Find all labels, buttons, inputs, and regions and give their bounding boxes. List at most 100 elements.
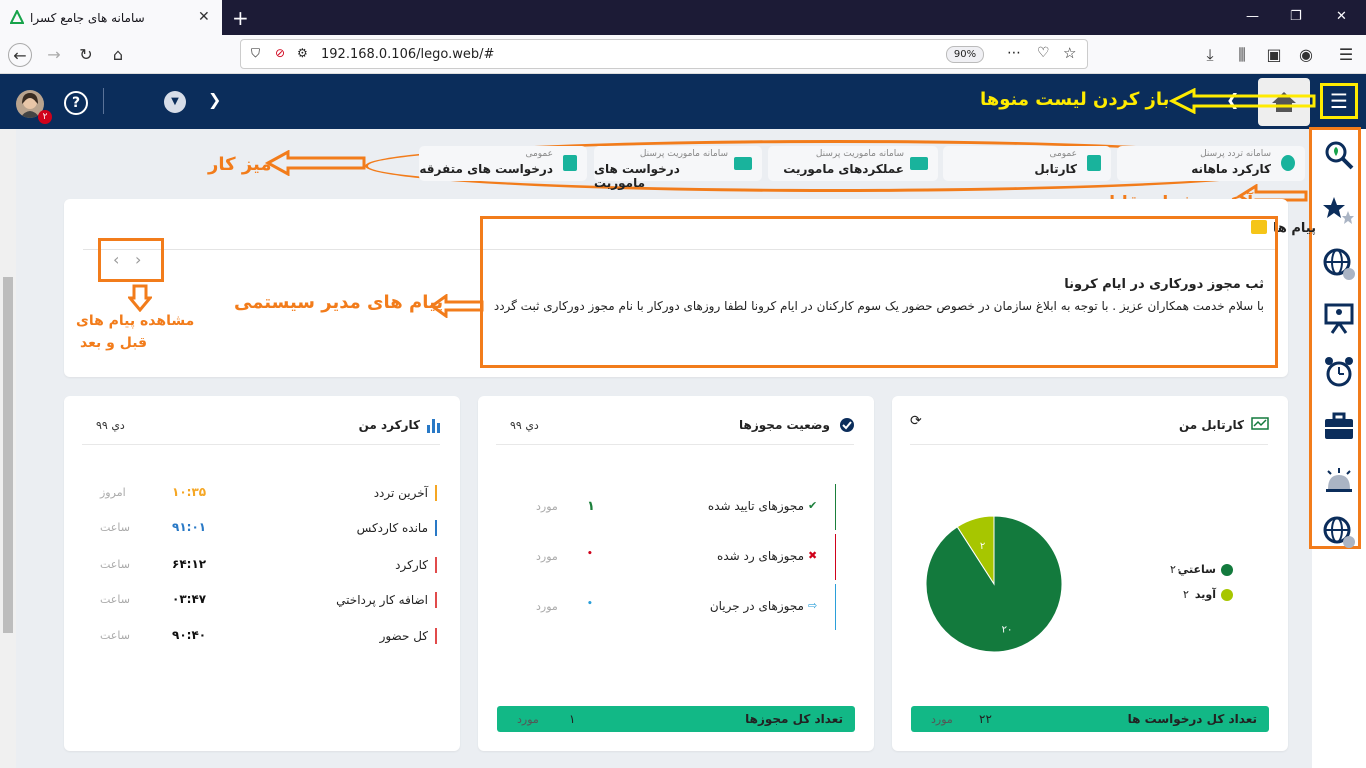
- bookmark-star-icon[interactable]: ☆: [1063, 44, 1076, 62]
- sidebar-icon[interactable]: ▣: [1262, 43, 1286, 67]
- shortcut-subtitle: عمومی: [525, 149, 553, 159]
- work-row-value: ۰۳:۴۷: [172, 592, 207, 606]
- search-plant-icon[interactable]: [1322, 138, 1356, 172]
- pie-data-label: ۲۰: [1002, 624, 1013, 635]
- monitor-chart-icon: [1251, 417, 1269, 430]
- verified-badge-icon: [840, 418, 854, 432]
- next-message-icon[interactable]: ›: [135, 250, 141, 269]
- favorites-star-icon[interactable]: [1322, 193, 1356, 227]
- shortcut-label: درخواست های ماموریت: [594, 162, 680, 190]
- permits-total-value: ۱: [569, 712, 576, 726]
- globe-icon[interactable]: [1322, 247, 1356, 281]
- inbox-total-label: تعداد کل درخواست ها: [1127, 712, 1257, 726]
- work-row-label: آخرین تردد: [373, 486, 428, 500]
- shortcut-monthly-work[interactable]: سامانه تردد پرسنل کارکرد ماهانه: [1117, 146, 1305, 181]
- permissions-icon[interactable]: ⚙: [297, 46, 308, 60]
- my-work-date: دي ۹۹: [96, 419, 125, 432]
- chevron-left-icon[interactable]: ❯: [208, 90, 221, 109]
- message-body: با سلام خدمت همکاران عزیز . با توجه به ا…: [493, 299, 1264, 313]
- permit-row-unit: مورد: [536, 550, 558, 563]
- shield-icon[interactable]: ⛉: [251, 46, 260, 61]
- permits-total-label: تعداد کل مجوزها: [745, 712, 843, 726]
- chevron-down-icon[interactable]: ▼: [164, 91, 186, 113]
- work-row-marker: [435, 628, 437, 644]
- url-text[interactable]: 192.168.0.106/lego.web/#: [321, 47, 494, 62]
- permit-row-value: •: [587, 599, 593, 609]
- page-scrollbar[interactable]: [0, 129, 16, 768]
- document-icon: [1087, 155, 1101, 171]
- alarm-clock-icon[interactable]: [1322, 355, 1356, 389]
- annotation-arrow-messages: [429, 294, 484, 318]
- work-row-value: ۹۰:۴۰: [172, 628, 207, 642]
- permit-row-marker: [835, 584, 836, 630]
- work-row-marker: [435, 485, 437, 501]
- shortcut-subtitle: سامانه ماموریت پرسنل: [639, 149, 728, 159]
- hamburger-icon: ☰: [1330, 89, 1348, 113]
- permit-row-marker: [835, 484, 836, 530]
- restore-icon[interactable]: ❐: [1290, 9, 1302, 24]
- shortcut-mission-requests[interactable]: سامانه ماموریت پرسنل درخواست های ماموریت: [594, 146, 762, 190]
- library-icon[interactable]: ⫼: [1230, 43, 1254, 67]
- briefcase-icon: [910, 157, 928, 170]
- presentation-board-icon[interactable]: [1322, 301, 1356, 335]
- work-row-unit: ساعت: [100, 521, 130, 534]
- briefcase-icon: [734, 157, 752, 170]
- legend-value: ۲: [1183, 588, 1189, 601]
- more-actions-icon[interactable]: ⋯: [1007, 45, 1021, 61]
- refresh-icon[interactable]: ⟳: [910, 413, 922, 429]
- bar-chart-icon: [427, 419, 440, 433]
- pie-data-label: ۲: [980, 541, 985, 552]
- work-row-label: اضافه کار پرداختي: [336, 593, 428, 607]
- permit-status-icon: ✔: [808, 499, 818, 512]
- pocket-icon[interactable]: ♡: [1037, 45, 1050, 61]
- divider: [496, 444, 854, 445]
- annotation-desktop: میز کار: [208, 154, 272, 175]
- messages-title: پیام ها: [1272, 221, 1316, 236]
- work-row-label: مانده کاردکس: [356, 521, 428, 535]
- work-row-label: کل حضور: [379, 629, 428, 643]
- work-row-unit: امروز: [100, 486, 126, 499]
- scrollbar-thumb[interactable]: [3, 277, 13, 633]
- shortcut-subtitle: سامانه تردد پرسنل: [1200, 149, 1271, 159]
- permit-row-unit: مورد: [536, 600, 558, 613]
- inbox-pie-chart: ۲ ۲۰: [925, 515, 1063, 653]
- browser-tab[interactable]: سامانه های جامع کسرا ✕: [0, 0, 222, 35]
- prev-message-icon[interactable]: ‹: [113, 250, 119, 269]
- insecure-lock-icon[interactable]: ⊘: [275, 46, 285, 60]
- account-icon[interactable]: ◉: [1294, 43, 1318, 67]
- browser-tab-bar: سامانه های جامع کسرا ✕ + — ❐ ✕: [0, 0, 1366, 35]
- shortcut-label: کارکرد ماهانه: [1191, 162, 1271, 176]
- menu-toggle-button[interactable]: ☰: [1320, 83, 1358, 119]
- reload-icon[interactable]: ↻: [74, 43, 98, 67]
- help-button[interactable]: ?: [64, 91, 88, 115]
- download-icon[interactable]: ⤓: [1198, 43, 1222, 67]
- back-icon[interactable]: ←: [8, 43, 32, 67]
- legend-label: آوید: [1194, 588, 1216, 601]
- shortcut-mission-performance[interactable]: سامانه ماموریت پرسنل عملکردهای ماموریت: [768, 146, 938, 181]
- legend-value: ۲۰: [1170, 563, 1182, 576]
- minimize-icon[interactable]: —: [1246, 9, 1259, 24]
- pie-slice-0[interactable]: [925, 515, 1063, 653]
- annotation-open-menu: باز کردن لیست منوها: [980, 89, 1170, 110]
- annotation-system-messages: پیام های مدیر سیستمی: [234, 292, 444, 313]
- work-row-marker: [435, 592, 437, 608]
- home-icon[interactable]: ⌂: [106, 43, 130, 67]
- annotation-arrow-down: [128, 284, 152, 312]
- legend-label: ساعتي: [1177, 563, 1216, 576]
- url-bar[interactable]: ⛉ ⊘ ⚙ 192.168.0.106/lego.web/# 90% ⋯ ♡ ☆: [240, 39, 1088, 69]
- work-row-value: ۶۴:۱۲: [172, 557, 207, 571]
- tab-close-icon[interactable]: ✕: [198, 9, 210, 25]
- browser-menu-icon[interactable]: ☰: [1334, 43, 1358, 67]
- work-row-marker: [435, 520, 437, 536]
- inbox-title: کارتابل من: [1178, 418, 1244, 432]
- alarm-bell-icon[interactable]: [1322, 463, 1356, 497]
- globe-settings-icon[interactable]: [1322, 515, 1356, 549]
- window-close-icon[interactable]: ✕: [1336, 9, 1347, 24]
- shortcut-inbox[interactable]: عمومی کارتابل: [943, 146, 1111, 181]
- shortcut-misc-requests[interactable]: عمومی درخواست های متفرقه: [419, 146, 587, 181]
- briefcase-icon[interactable]: [1322, 409, 1356, 443]
- annotation-view-prev-next-2: قبل و بعد: [80, 335, 148, 351]
- forward-icon[interactable]: →: [42, 43, 66, 67]
- zoom-level[interactable]: 90%: [946, 46, 984, 63]
- new-tab-button[interactable]: +: [232, 6, 249, 30]
